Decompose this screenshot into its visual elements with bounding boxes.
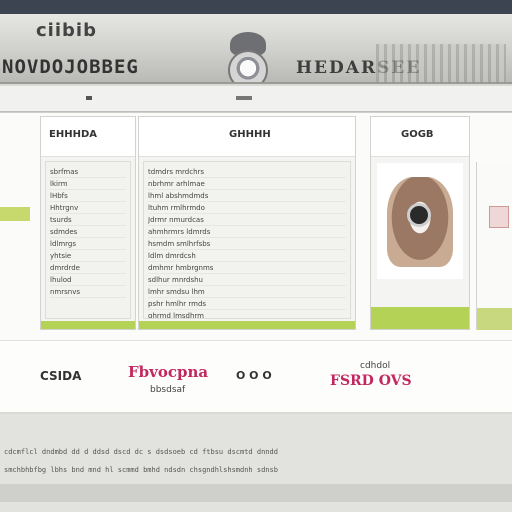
list-item[interactable]: Jdrmr nmurdcas [148,214,346,226]
center-column-heading: GHHHH [139,117,355,157]
right-column-footer [371,307,469,329]
center-column-list: tdmdrs mrdchrs nbrhmr arhlmae lhml abshmdm… [144,162,350,318]
banner-decoration [376,44,506,82]
list-item[interactable]: pshr hmlhr rmds [148,298,346,310]
left-column: EHHHDA sbrfmas lkirm lHbfs Hhtrgnv tsurds sdm… [40,116,136,330]
list-item[interactable]: lmhr smdsu lhm [148,286,346,298]
photo-face [407,203,431,227]
footer-line-2: smchbhbfbg lbhs bnd mnd hl scmmd bmhd nd… [4,466,278,474]
info-label-left: CSIDA [40,369,82,383]
list-item[interactable]: sdmdes [50,226,126,238]
header-banner: ciibib NOVDOJOBBEG HEDARSEE [0,14,512,84]
top-bar [0,0,512,14]
left-column-footer [41,321,135,329]
list-item[interactable]: tsurds [50,214,126,226]
list-item[interactable]: lHbfs [50,190,126,202]
list-item[interactable]: ltuhm rmlhrmdo [148,202,346,214]
info-right-value[interactable]: FSRD OVS [330,373,412,389]
nav-bar [0,86,512,112]
list-item[interactable]: tdmdrs mrdchrs [148,166,346,178]
nav-item-dot[interactable] [86,96,92,100]
list-item[interactable]: sbrfmas [50,166,126,178]
info-right-label: cdhdol [360,361,391,371]
nav-item-dot-2[interactable] [236,96,252,100]
list-item[interactable]: hsmdm smlhrfsbs [148,238,346,250]
list-item[interactable]: nmrsnvs [50,286,126,298]
site-brand[interactable]: ciibib [36,20,97,41]
left-column-heading: EHHHDA [41,117,135,157]
right-edge-badge[interactable] [489,206,509,228]
list-item[interactable]: yhtsie [50,250,126,262]
right-edge-panel [476,162,512,330]
list-item[interactable]: sdlhur mnrdshu [148,274,346,286]
info-highlight-link[interactable]: Fbvocpna [128,363,208,381]
list-item[interactable]: ldlm dmrdcsh [148,250,346,262]
list-item[interactable]: Hhtrgnv [50,202,126,214]
left-side-tab[interactable] [0,207,30,221]
right-column: GOGB [370,116,470,330]
left-column-list: sbrfmas lkirm lHbfs Hhtrgnv tsurds sdmdes ldlm… [46,162,130,302]
right-column-heading: GOGB [371,117,469,157]
right-edge-footer [477,308,512,330]
logo-icon[interactable] [228,50,268,82]
list-item[interactable]: nbrhmr arhlmae [148,178,346,190]
list-item[interactable]: ldlmrgs [50,238,126,250]
center-column-list-box: tdmdrs mrdchrs nbrhmr arhlmae lhml abshmdm… [143,161,351,319]
list-item[interactable]: lkirm [50,178,126,190]
list-item[interactable]: dmrdrde [50,262,126,274]
page-footer: cdcmflcl dndmbd dd d ddsd dscd dc s dsds… [0,414,512,512]
list-item[interactable]: ghrmd lmsdhrm [148,310,346,318]
list-item[interactable]: dmhmr hmbrgnms [148,262,346,274]
info-sub-text: bbsdsaf [150,385,186,395]
footer-line-1: cdcmflcl dndmbd dd d ddsd dscd dc s dsds… [4,448,278,456]
list-item[interactable]: ahmhrmrs ldmrds [148,226,346,238]
left-column-list-box: sbrfmas lkirm lHbfs Hhtrgnv tsurds sdmdes ldlm… [45,161,131,319]
footer-bottom-bar [0,484,512,502]
list-item[interactable]: lhml abshmdmds [148,190,346,202]
list-item[interactable]: lhulod [50,274,126,286]
info-row: CSIDA Fbvocpna bbsdsaf O O O cdhdol FSRD… [0,340,512,412]
site-title: NOVDOJOBBEG [2,56,139,78]
info-icons[interactable]: O O O [236,369,272,382]
center-column-footer [139,321,355,329]
profile-photo[interactable] [377,163,463,279]
center-column: GHHHH tdmdrs mrdchrs nbrhmr arhlmae lhml a… [138,116,356,330]
